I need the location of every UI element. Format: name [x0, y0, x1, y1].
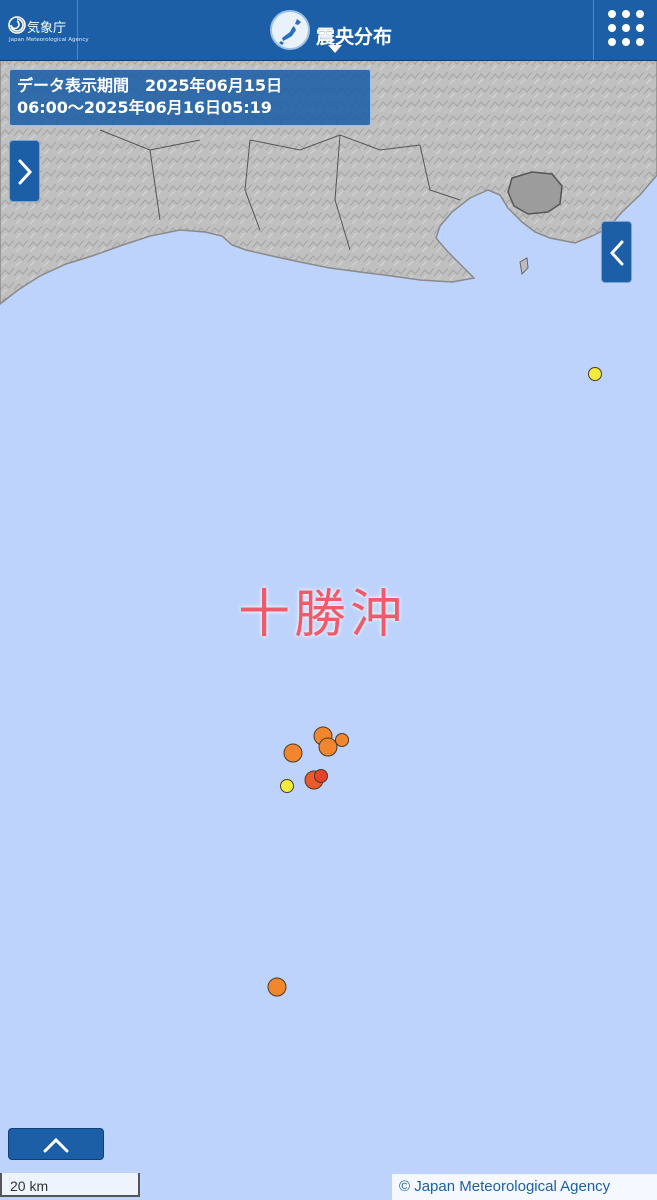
lake-area [507, 171, 563, 215]
app-header: 気象庁 Japan Meteorological Agency 震央分布 [0, 0, 657, 61]
open-left-panel-button[interactable] [9, 140, 40, 202]
epicenter-marker[interactable] [588, 367, 602, 381]
agency-name: 気象庁 [27, 21, 67, 36]
agency-name-en: Japan Meteorological Agency [9, 37, 89, 43]
period-line-2: 06:00～2025年06月16日05:19 [17, 98, 272, 117]
chevron-up-icon [43, 1137, 69, 1153]
open-right-panel-button[interactable] [601, 221, 632, 283]
attribution-text: © Japan Meteorological Agency [399, 1178, 611, 1195]
grid-menu-icon [608, 10, 644, 46]
chevron-left-icon [609, 240, 624, 266]
period-line-1: データ表示期間 2025年06月15日 [17, 76, 283, 95]
epicenter-marker[interactable] [314, 769, 328, 783]
epicenter-marker[interactable] [335, 733, 349, 747]
epicenter-marker[interactable] [280, 779, 294, 793]
menu-button[interactable] [593, 0, 657, 60]
caret-down-icon [328, 45, 342, 53]
agency-swirl-icon [8, 16, 26, 34]
japan-map-icon [270, 10, 310, 50]
region-label: 十勝沖 [238, 585, 407, 645]
scroll-up-button[interactable] [8, 1128, 104, 1160]
agency-logo[interactable]: 気象庁 Japan Meteorological Agency [0, 0, 89, 60]
epicenter-marker[interactable] [267, 977, 287, 997]
epicenter-marker[interactable] [283, 743, 303, 763]
data-period-panel: データ表示期間 2025年06月15日 06:00～2025年06月16日05:… [9, 69, 371, 126]
scale-bar: 20 km [0, 1173, 140, 1197]
attribution[interactable]: © Japan Meteorological Agency [392, 1174, 657, 1200]
scale-label: 20 km [10, 1178, 49, 1194]
chevron-right-icon [18, 159, 33, 185]
epicenter-marker[interactable] [318, 737, 338, 757]
